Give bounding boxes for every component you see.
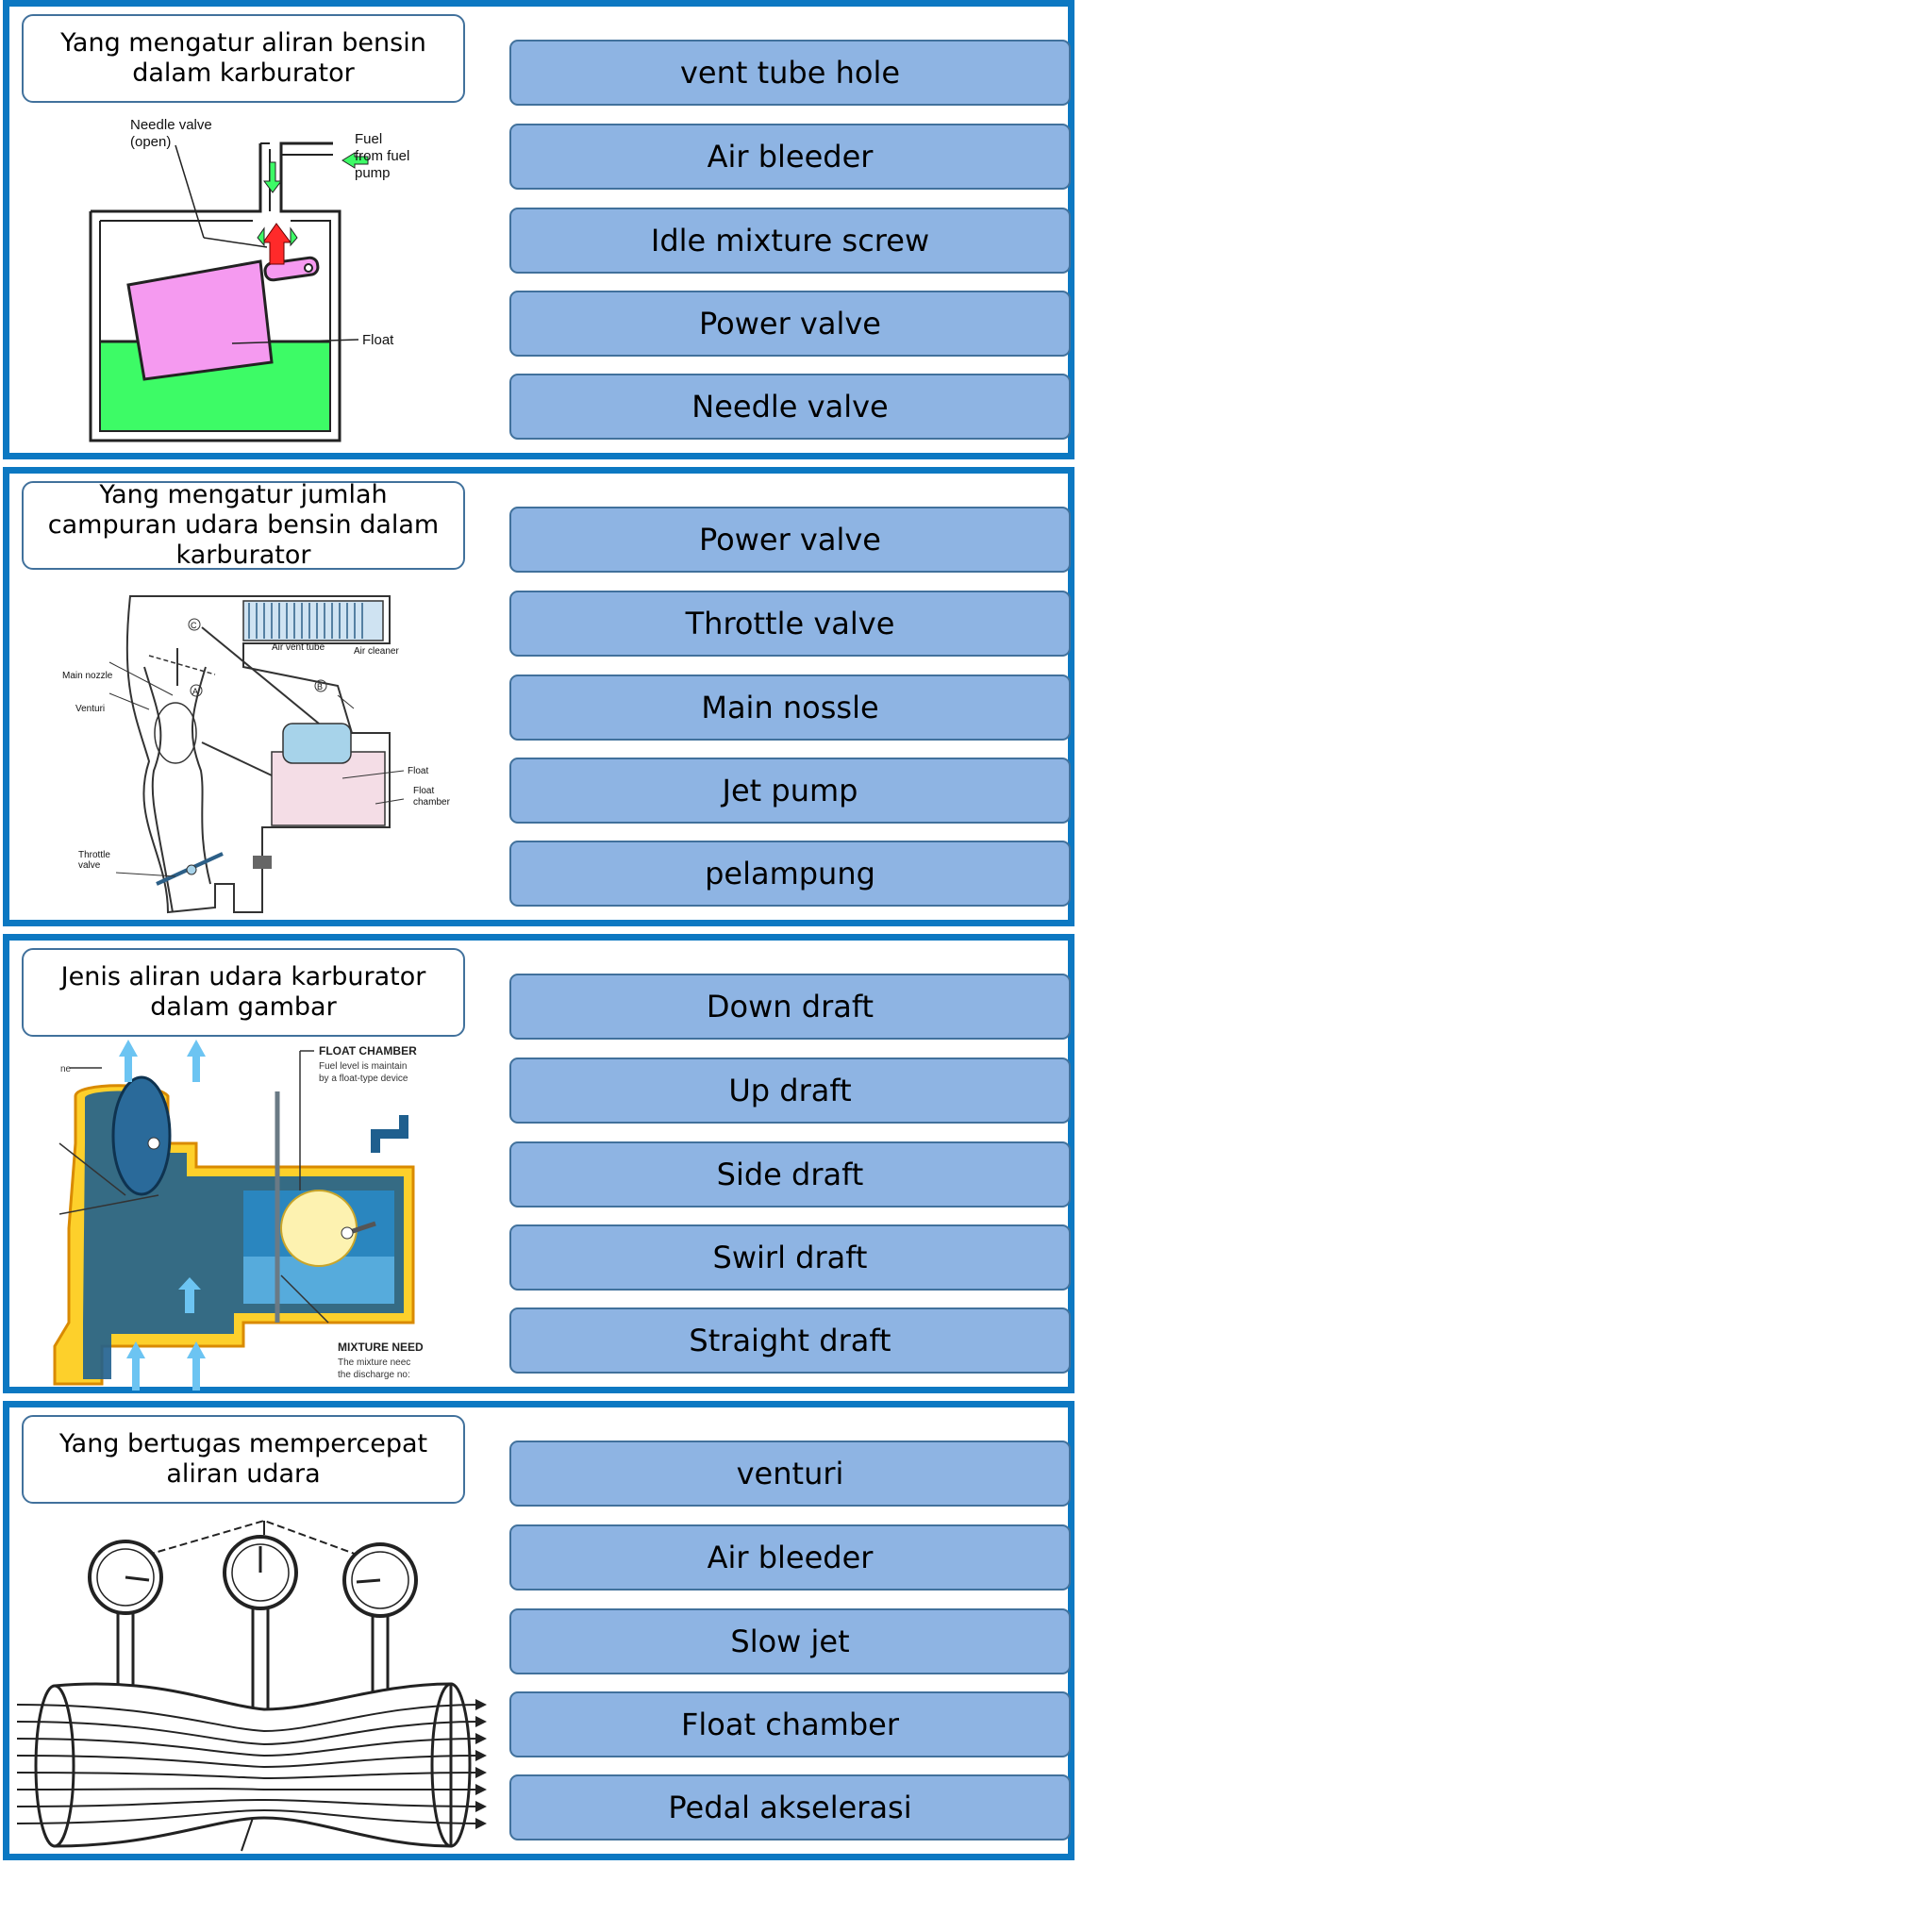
label-main-nozzle: Main nozzle — [62, 671, 113, 681]
choke-plate — [111, 1075, 172, 1196]
label-fuel: Fuel — [355, 131, 382, 147]
up-arrow-icon — [126, 1341, 145, 1391]
label-mixture-desc-1: The mixture neec — [338, 1357, 410, 1368]
label-throttle: Throttle — [78, 850, 110, 860]
label-float-chamber-desc-2: by a float-type device — [319, 1074, 408, 1084]
option-button[interactable]: Slow jet — [509, 1608, 1071, 1674]
updraft-carburetor-illustration: FLOAT CHAMBER Fuel level is maintain by … — [53, 1040, 424, 1391]
label-truncated: ne — [60, 1064, 72, 1074]
option-button[interactable]: Up draft — [509, 1058, 1071, 1124]
question-prompt: Yang mengatur aliran bensin dalam karbur… — [22, 14, 465, 103]
option-button[interactable]: Pedal akselerasi — [509, 1774, 1071, 1840]
label-air-vent-tube: Air vent tube — [272, 642, 325, 653]
option-button[interactable]: Needle valve — [509, 374, 1071, 440]
question-prompt: Yang bertugas mempercepat aliran udara — [22, 1415, 465, 1504]
option-button[interactable]: Power valve — [509, 291, 1071, 357]
pressure-gauge-icon — [223, 1535, 298, 1610]
label-throttle-valve: valve — [78, 860, 101, 871]
option-button[interactable]: Down draft — [509, 974, 1071, 1040]
option-button[interactable]: vent tube hole — [509, 40, 1071, 106]
question-card-2: Yang mengatur jumlah campuran udara bens… — [3, 467, 1074, 926]
float — [282, 723, 352, 764]
question-card-1: Yang mengatur aliran bensin dalam karbur… — [3, 0, 1074, 459]
needle-arrow — [262, 223, 291, 265]
question-prompt: Yang mengatur jumlah campuran udara bens… — [22, 480, 465, 570]
label-float-chamber-desc-1: Fuel level is maintain — [319, 1061, 407, 1072]
option-button[interactable]: pelampung — [509, 841, 1071, 907]
question-card-3: Jenis aliran udara karburator dalam gamb… — [3, 934, 1074, 1393]
label-mixture-desc-2: the discharge no: — [338, 1370, 410, 1380]
option-button[interactable]: Side draft — [509, 1141, 1071, 1208]
label-open: (open) — [130, 134, 171, 150]
up-arrow-icon — [119, 1040, 138, 1082]
option-button[interactable]: Jet pump — [509, 758, 1071, 824]
label-float: Float — [408, 766, 428, 776]
marker-a: A — [192, 687, 198, 696]
pressure-gauge-icon — [88, 1540, 163, 1615]
up-arrow-icon — [187, 1040, 206, 1082]
option-button[interactable]: Float chamber — [509, 1691, 1071, 1757]
label-air-cleaner: Air cleaner — [354, 646, 399, 657]
marker-c: C — [191, 621, 197, 630]
option-button[interactable]: Straight draft — [509, 1307, 1071, 1374]
label-pump: pump — [355, 165, 391, 181]
label-needle-valve: Needle valve — [130, 117, 212, 133]
label-float-chamber: FLOAT CHAMBER — [319, 1044, 417, 1058]
option-button[interactable]: Air bleeder — [509, 1524, 1071, 1591]
option-button[interactable]: Idle mixture screw — [509, 208, 1071, 274]
carburetor-mixture-diagram: C A B Air vent tube Air cleaner Main noz… — [62, 595, 451, 914]
question-prompt: Jenis aliran udara karburator dalam gamb… — [22, 948, 465, 1037]
pressure-gauge-icon — [342, 1542, 418, 1618]
option-button[interactable]: Power valve — [509, 507, 1071, 573]
venturi-tube-diagram — [17, 1519, 487, 1852]
option-button[interactable]: Main nossle — [509, 675, 1071, 741]
label-float: Float — [362, 332, 394, 348]
option-button[interactable]: Throttle valve — [509, 591, 1071, 657]
up-arrow-icon — [187, 1341, 206, 1391]
marker-b: B — [317, 682, 323, 691]
question-card-4: Yang bertugas mempercepat aliran udara v… — [3, 1401, 1074, 1860]
option-button[interactable]: Swirl draft — [509, 1224, 1071, 1291]
option-button[interactable]: venturi — [509, 1441, 1071, 1507]
needle-valve-diagram: Needle valve (open) Fuel from fuel pump … — [89, 117, 409, 442]
float-shape — [126, 259, 274, 381]
label-from-fuel: from fuel — [355, 148, 409, 164]
label-float-chamber-2: chamber — [413, 797, 451, 808]
option-button[interactable]: Air bleeder — [509, 124, 1071, 190]
label-venturi: Venturi — [75, 704, 105, 714]
label-float-chamber: Float — [413, 786, 434, 796]
label-mixture-needle: MIXTURE NEED — [338, 1341, 424, 1354]
